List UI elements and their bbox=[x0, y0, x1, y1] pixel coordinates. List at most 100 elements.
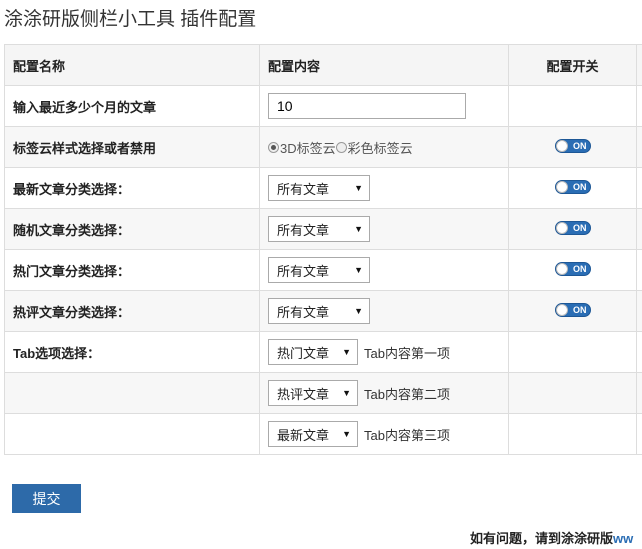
header-config-content: 配置内容 bbox=[259, 44, 509, 86]
months-input[interactable] bbox=[268, 93, 466, 119]
tab-item-note: Tab内容第三项 bbox=[364, 427, 450, 443]
toggle-label: ON bbox=[573, 181, 587, 192]
row-switch-cell: ON bbox=[508, 249, 637, 291]
comments-toggle[interactable]: ON bbox=[554, 302, 591, 317]
header-extra-cell bbox=[636, 44, 642, 86]
row-extra-cell bbox=[636, 85, 642, 127]
row-label bbox=[4, 372, 260, 414]
tag-cloud-toggle[interactable]: ON bbox=[554, 138, 591, 153]
header-config-name: 配置名称 bbox=[4, 44, 260, 86]
row-content: 最新文章 ▼ Tab内容第三项 bbox=[259, 413, 509, 455]
table-row: 最新文章分类选择： 所有文章 ▼ ON bbox=[4, 167, 642, 209]
select-value: 所有文章 bbox=[277, 181, 330, 197]
random-category-select[interactable]: 所有文章 ▼ bbox=[268, 216, 370, 242]
footer-help-text: 如有问题，请到涂涂研版ww bbox=[470, 528, 633, 547]
table-row: 随机文章分类选择： 所有文章 ▼ ON bbox=[4, 208, 642, 250]
row-switch-cell bbox=[508, 372, 637, 414]
row-content: 3D标签云 彩色标签云 bbox=[259, 126, 509, 168]
triangle-down-icon: ▼ bbox=[342, 388, 351, 398]
row-label: 标签云样式选择或者禁用 bbox=[4, 126, 260, 168]
comments-category-select[interactable]: 所有文章 ▼ bbox=[268, 298, 370, 324]
row-switch-cell: ON bbox=[508, 208, 637, 250]
row-switch-cell: ON bbox=[508, 290, 637, 332]
row-label bbox=[4, 413, 260, 455]
triangle-down-icon: ▼ bbox=[354, 224, 363, 234]
hot-toggle[interactable]: ON bbox=[554, 261, 591, 276]
row-content: 所有文章 ▼ bbox=[259, 249, 509, 291]
config-table: 配置名称 配置内容 配置开关 输入最近多少个月的文章 标签云样式选择或者禁用 3… bbox=[4, 44, 642, 455]
row-extra-cell bbox=[636, 249, 642, 291]
submit-button[interactable]: 提交 bbox=[12, 484, 81, 513]
row-extra-cell bbox=[636, 167, 642, 209]
row-content: 所有文章 ▼ bbox=[259, 290, 509, 332]
tab-item-note: Tab内容第一项 bbox=[364, 345, 450, 361]
tab-item-1-select[interactable]: 热门文章 ▼ bbox=[268, 339, 358, 365]
row-content bbox=[259, 85, 509, 127]
tab-item-note: Tab内容第二项 bbox=[364, 386, 450, 402]
header-config-switch: 配置开关 bbox=[508, 44, 637, 86]
random-toggle[interactable]: ON bbox=[554, 220, 591, 235]
tag-cloud-radio-group: 3D标签云 彩色标签云 bbox=[268, 138, 413, 157]
toggle-label: ON bbox=[573, 263, 587, 274]
row-label: 热评文章分类选择： bbox=[4, 290, 260, 332]
row-label: 随机文章分类选择： bbox=[4, 208, 260, 250]
table-header-row: 配置名称 配置内容 配置开关 bbox=[4, 44, 642, 86]
row-extra-cell bbox=[636, 413, 642, 455]
toggle-knob bbox=[555, 139, 568, 152]
row-extra-cell bbox=[636, 208, 642, 250]
latest-category-select[interactable]: 所有文章 ▼ bbox=[268, 175, 370, 201]
row-switch-cell bbox=[508, 331, 637, 373]
tab-item-3-select[interactable]: 最新文章 ▼ bbox=[268, 421, 358, 447]
toggle-knob bbox=[555, 221, 568, 234]
radio-color-tag-cloud[interactable] bbox=[335, 141, 347, 153]
radio-3d-tag-cloud[interactable] bbox=[268, 141, 279, 153]
select-value: 所有文章 bbox=[277, 222, 330, 238]
select-value: 最新文章 bbox=[277, 427, 330, 443]
triangle-down-icon: ▼ bbox=[342, 347, 351, 357]
radio-3d-label: 3D标签云 bbox=[280, 140, 336, 156]
table-row: 输入最近多少个月的文章 bbox=[4, 85, 642, 127]
select-value: 所有文章 bbox=[277, 263, 330, 279]
row-extra-cell bbox=[636, 331, 642, 373]
toggle-label: ON bbox=[573, 304, 587, 315]
toggle-label: ON bbox=[573, 222, 587, 233]
row-content: 所有文章 ▼ bbox=[259, 208, 509, 250]
tab-item-2-select[interactable]: 热评文章 ▼ bbox=[268, 380, 358, 406]
triangle-down-icon: ▼ bbox=[354, 183, 363, 193]
row-content: 热评文章 ▼ Tab内容第二项 bbox=[259, 372, 509, 414]
triangle-down-icon: ▼ bbox=[342, 429, 351, 439]
select-value: 热评文章 bbox=[277, 386, 330, 402]
table-row: 热评文章 ▼ Tab内容第二项 bbox=[4, 372, 642, 414]
row-content: 热门文章 ▼ Tab内容第一项 bbox=[259, 331, 509, 373]
table-row: 最新文章 ▼ Tab内容第三项 bbox=[4, 413, 642, 455]
select-value: 热门文章 bbox=[277, 345, 330, 361]
row-switch-cell: ON bbox=[508, 126, 637, 168]
toggle-knob bbox=[555, 180, 568, 193]
radio-color-label: 彩色标签云 bbox=[347, 140, 413, 156]
page-title: 涂涂研版侧栏小工具 插件配置 bbox=[4, 9, 257, 30]
select-value: 所有文章 bbox=[277, 304, 330, 320]
row-switch-cell bbox=[508, 413, 637, 455]
row-extra-cell bbox=[636, 372, 642, 414]
table-row: 标签云样式选择或者禁用 3D标签云 彩色标签云 ON bbox=[4, 126, 642, 168]
row-extra-cell bbox=[636, 290, 642, 332]
row-content: 所有文章 ▼ bbox=[259, 167, 509, 209]
row-label: 最新文章分类选择： bbox=[4, 167, 260, 209]
table-row: 热门文章分类选择： 所有文章 ▼ ON bbox=[4, 249, 642, 291]
table-row: Tab选项选择： 热门文章 ▼ Tab内容第一项 bbox=[4, 331, 642, 373]
triangle-down-icon: ▼ bbox=[354, 306, 363, 316]
row-label: 输入最近多少个月的文章 bbox=[4, 85, 260, 127]
row-switch-cell bbox=[508, 85, 637, 127]
triangle-down-icon: ▼ bbox=[354, 265, 363, 275]
toggle-knob bbox=[555, 262, 568, 275]
footer-link[interactable]: ww bbox=[613, 531, 633, 546]
hot-category-select[interactable]: 所有文章 ▼ bbox=[268, 257, 370, 283]
latest-toggle[interactable]: ON bbox=[554, 179, 591, 194]
toggle-label: ON bbox=[573, 140, 587, 151]
footer-text: 如有问题，请到涂涂研版 bbox=[470, 531, 614, 546]
row-switch-cell: ON bbox=[508, 167, 637, 209]
table-row: 热评文章分类选择： 所有文章 ▼ ON bbox=[4, 290, 642, 332]
row-label: Tab选项选择： bbox=[4, 331, 260, 373]
toggle-knob bbox=[555, 303, 568, 316]
row-label: 热门文章分类选择： bbox=[4, 249, 260, 291]
